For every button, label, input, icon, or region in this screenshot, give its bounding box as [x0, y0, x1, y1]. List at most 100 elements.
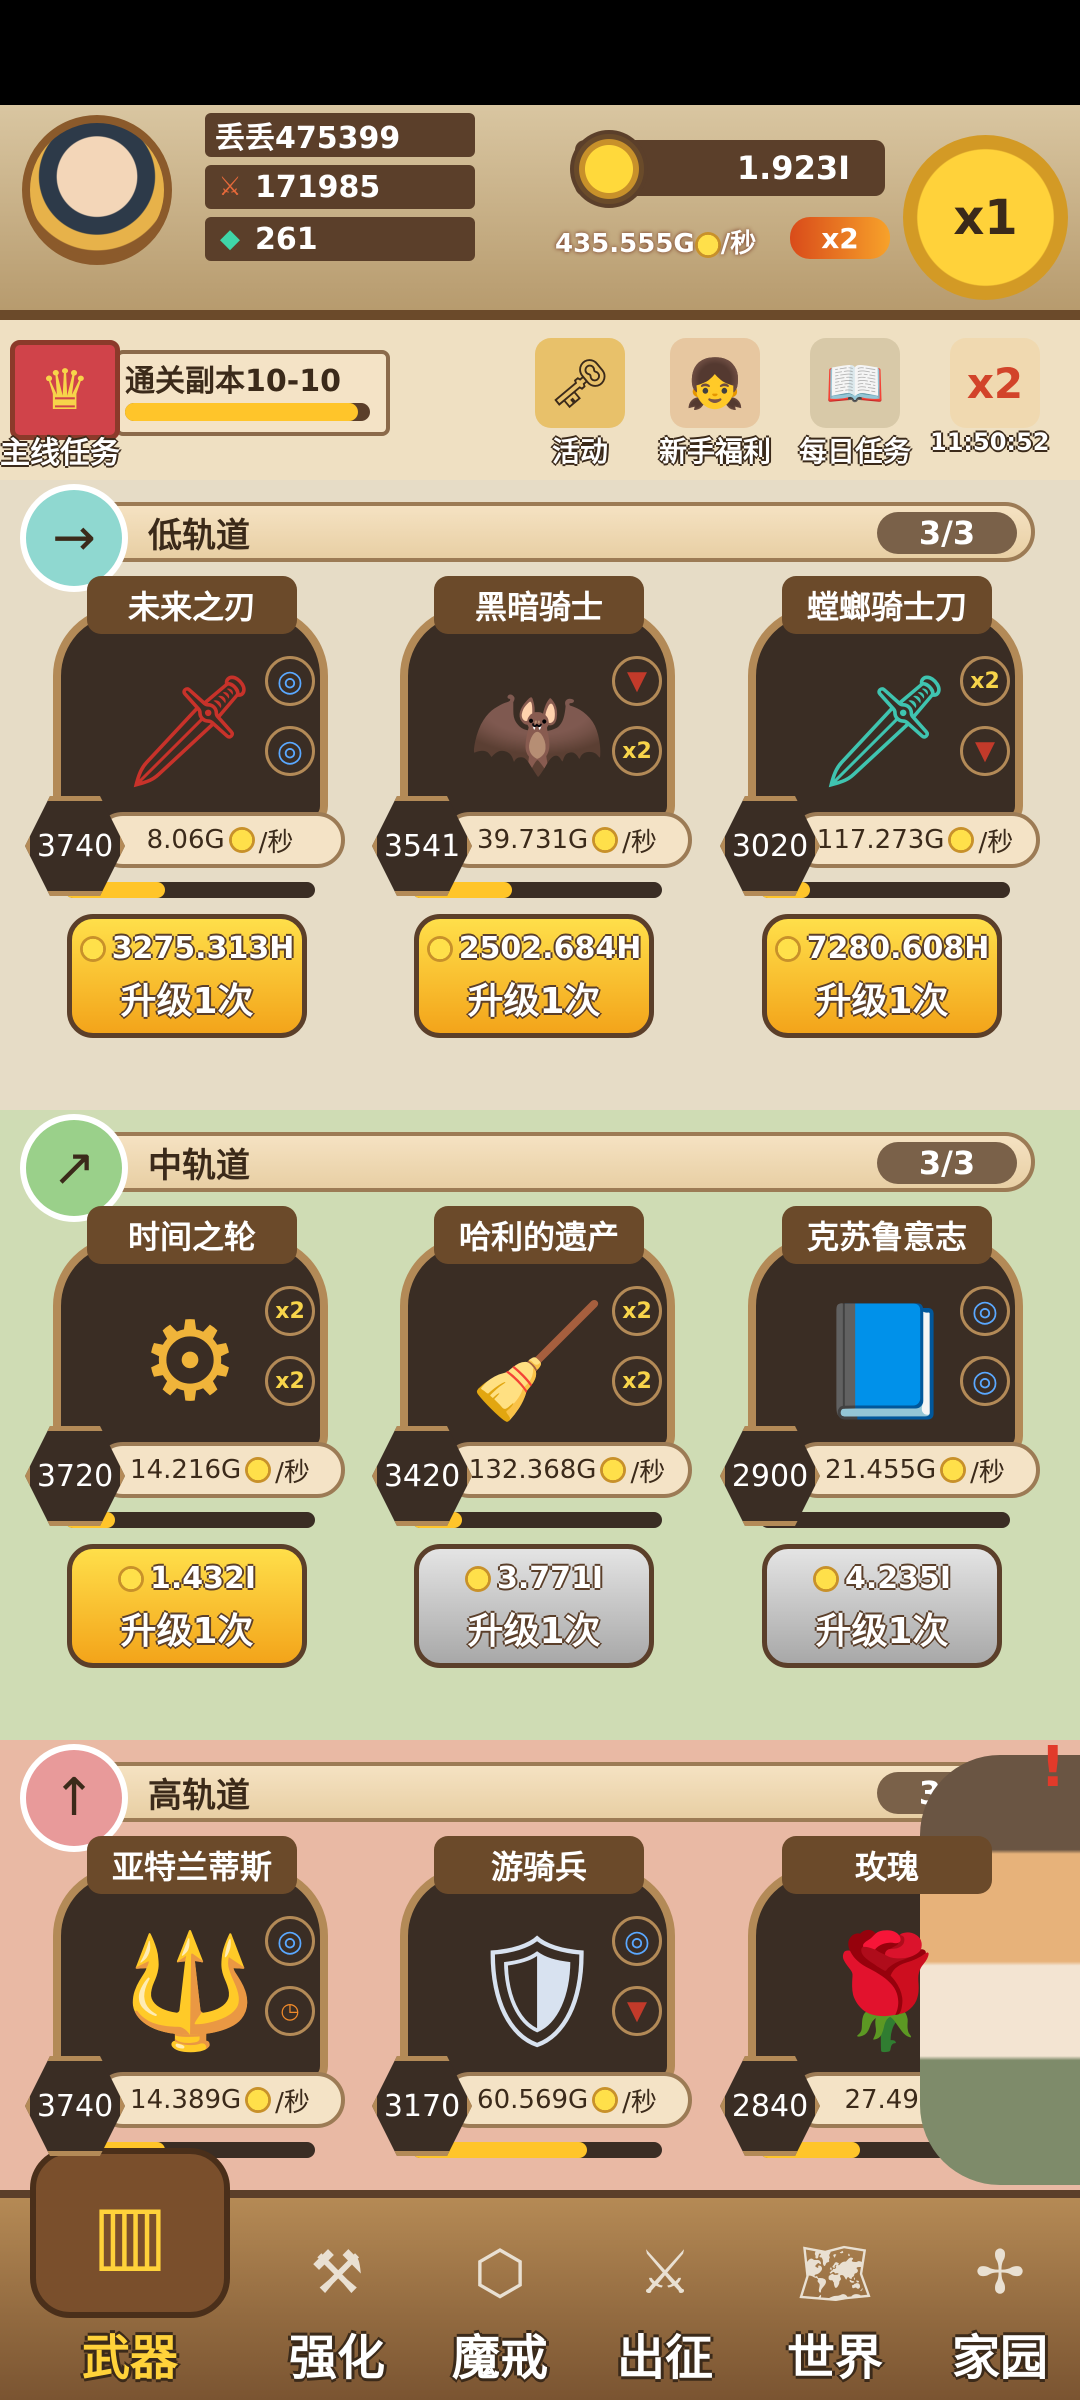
nav-weapons[interactable]: ▥ 武器 [20, 2148, 240, 2388]
production-value: 117.273G [816, 825, 945, 855]
x2-icon: x2 [265, 1356, 315, 1406]
blue-target-icon: ◎ [612, 1916, 662, 1966]
green-sword-icon: 🗡 [815, 666, 955, 795]
coin-icon [464, 1565, 491, 1592]
coin-icon [774, 935, 801, 962]
menu-activity[interactable]: 🗝 活动 [520, 338, 640, 468]
weapon-name: 时间之轮 [87, 1206, 297, 1264]
sword-icon: 🗡 [120, 666, 260, 795]
coin-icon [228, 827, 255, 853]
lane-count: 3/3 [877, 512, 1017, 554]
weapon-name: 克苏鲁意志 [782, 1206, 992, 1264]
weapon-card[interactable]: 哈利的遗产 🧹 x2 x2 3420 132.368G/秒 3.771I 升级1… [372, 1206, 702, 1726]
main-quest-progress-fill [125, 403, 358, 421]
production-value: 60.569G [477, 2085, 589, 2115]
weapon-card[interactable]: 时间之轮 ⚙ x2 x2 3720 14.216G/秒 1.432I 升级1次 [25, 1206, 355, 1726]
clock-icon: ◷ [265, 1986, 315, 2036]
weapon-production: 39.731G/秒 [442, 812, 692, 868]
upgrade-label: 升级1次 [467, 981, 601, 1022]
ring-icon: ⬡ [473, 2238, 527, 2308]
weapon-card[interactable]: 克苏鲁意志 📘 ◎ ◎ 2900 21.455G/秒 4.235I 升级1次 [720, 1206, 1050, 1726]
gold-value: 1.923I [736, 149, 850, 187]
production-unit: /秒 [622, 2087, 657, 2118]
blue-target-icon: ◎ [960, 1356, 1010, 1406]
weapon-name: 哈利的遗产 [434, 1206, 644, 1264]
nav-enhance-label: 强化 [288, 2330, 385, 2386]
production-value: 21.455G [825, 1455, 937, 1485]
nav-expedition[interactable]: ⚔ 出征 [590, 2228, 740, 2388]
crown-icon[interactable]: ♛ [10, 340, 120, 440]
production-value: 14.389G [130, 2085, 242, 2115]
gold-rate-unit: /秒 [720, 229, 757, 259]
main-quest-title: 通关副本10-10 [125, 364, 341, 399]
lane-header: → 低轨道 3/3 [20, 484, 1035, 592]
weapon-production: 132.368G/秒 [442, 1442, 692, 1498]
production-unit: /秒 [970, 1457, 1005, 1488]
upgrade-label: 升级1次 [467, 1611, 601, 1652]
lane-high: ↑ 高轨道 3/3 亚特兰蒂斯 🔱 ◎ ◷ 3740 14.389G/秒 游骑兵… [0, 1740, 1080, 2190]
coin-icon [245, 2087, 272, 2113]
production-unit: /秒 [622, 827, 657, 858]
x2-icon: x2 [612, 1286, 662, 1336]
upgrade-button[interactable]: 3275.313H 升级1次 [67, 914, 307, 1038]
coin-icon [812, 1565, 839, 1592]
menu-newbie-label: 新手福利 [658, 435, 771, 468]
gold-coin-icon [570, 130, 648, 208]
production-unit: /秒 [978, 827, 1014, 858]
nav-world[interactable]: 🗺 世界 [760, 2228, 910, 2388]
weapon-name: 螳螂骑士刀 [782, 576, 992, 634]
shield-blade-icon: 🛡 [467, 1926, 607, 2055]
upgrade-cost: 7280.608H [806, 931, 990, 966]
weapon-production: 14.216G/秒 [95, 1442, 345, 1498]
main-quest-label: 主线任务 [0, 436, 120, 471]
nav-expedition-label: 出征 [616, 2330, 713, 2386]
double-gold-icon: x2 [950, 338, 1040, 428]
menu-newbie[interactable]: 👧 新手福利 [655, 338, 775, 468]
event-timer: 11:50:52 [930, 428, 1050, 456]
power-box: ⚔ 171985 [205, 165, 475, 209]
boost-badge[interactable]: x2 [790, 217, 890, 259]
upgrade-label: 升级1次 [815, 981, 949, 1022]
weapon-chest-icon: ▥ [30, 2148, 230, 2318]
nav-home[interactable]: ✢ 家园 [925, 2228, 1075, 2388]
bat-icon: ▼ [960, 726, 1010, 776]
bat-icon: ▼ [612, 1986, 662, 2036]
lane-name: 中轨道 [148, 1146, 250, 1186]
upgrade-button[interactable]: 3.771I 升级1次 [414, 1544, 654, 1668]
speed-button[interactable]: x1 [903, 135, 1068, 300]
gold-rate-value: 435.555G [555, 229, 695, 259]
x2-icon: x2 [612, 1356, 662, 1406]
coin-icon [592, 827, 619, 853]
player-name: 丢丢475399 [215, 121, 401, 156]
gems-value: 261 [255, 221, 318, 257]
weapon-name: 亚特兰蒂斯 [87, 1836, 297, 1894]
menu-double-gold[interactable]: x2 [935, 338, 1055, 428]
gem-icon: ◆ [220, 224, 240, 254]
weapon-card[interactable]: 黑暗骑士 🦇 ▼ x2 3541 39.731G/秒 2502.684H 升级1… [372, 576, 702, 1096]
weapon-card[interactable]: 未来之刃 🗡 ◎ ◎ 3740 8.06G/秒 3275.313H 升级1次 [25, 576, 355, 1096]
gold-rate: 435.555G/秒 [555, 223, 756, 260]
coin-icon [948, 827, 975, 853]
upgrade-label: 升级1次 [815, 1611, 949, 1652]
crossed-swords-icon: ⚔ [218, 172, 242, 202]
coin-icon [79, 935, 106, 962]
upgrade-button[interactable]: 7280.608H 升级1次 [762, 914, 1002, 1038]
top-header: 丢丢475399 ⚔ 171985 ◆ 261 1.923I 435.555G /… [0, 105, 1080, 320]
broom-icon: 🧹 [468, 1296, 606, 1425]
weapon-production: 8.06G/秒 [95, 812, 345, 868]
player-avatar[interactable] [22, 115, 172, 265]
nav-enhance[interactable]: ⚒ 强化 [262, 2228, 412, 2388]
menu-daily-label: 每日任务 [798, 435, 911, 468]
coin-icon [592, 2087, 619, 2113]
bat-blade-icon: 🦇 [468, 666, 606, 795]
weapon-production: 14.389G/秒 [95, 2072, 345, 2128]
menu-activity-label: 活动 [551, 435, 608, 468]
upgrade-button[interactable]: 2502.684H 升级1次 [414, 914, 654, 1038]
weapon-production: 60.569G/秒 [442, 2072, 692, 2128]
upgrade-button[interactable]: 4.235I 升级1次 [762, 1544, 1002, 1668]
production-unit: /秒 [258, 827, 294, 858]
menu-daily[interactable]: 📖 每日任务 [795, 338, 915, 468]
weapon-card[interactable]: 螳螂骑士刀 🗡 x2 ▼ 3020 117.273G/秒 7280.608H 升… [720, 576, 1050, 1096]
upgrade-button[interactable]: 1.432I 升级1次 [67, 1544, 307, 1668]
nav-rings[interactable]: ⬡ 魔戒 [425, 2228, 575, 2388]
